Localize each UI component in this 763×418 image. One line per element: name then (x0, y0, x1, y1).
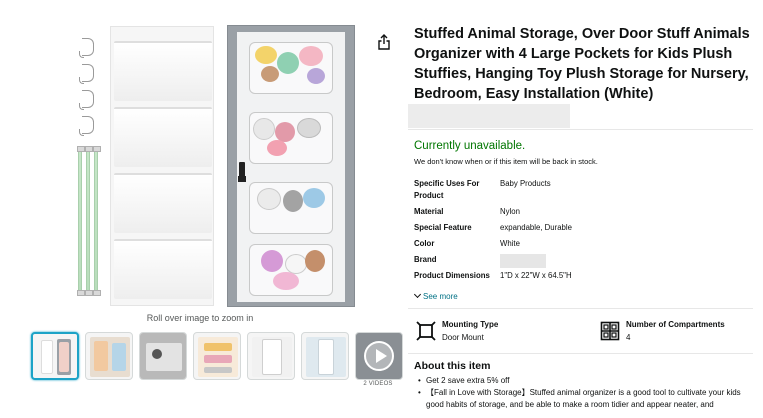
thumbnail-5[interactable] (247, 332, 295, 380)
about-heading: About this item (414, 360, 491, 372)
availability-note: We don't know when or if this item will … (414, 157, 598, 166)
spec-key: Color (414, 239, 435, 248)
spec-key: Special Feature (414, 223, 472, 232)
main-product-image[interactable] (227, 25, 355, 307)
door-hooks-image (79, 38, 100, 138)
spec-value: White (500, 239, 520, 248)
videos-count-label: 2 VIDEOS (363, 381, 393, 387)
see-more-label: See more (423, 292, 458, 301)
compartments-icon (600, 321, 620, 341)
chevron-down-icon (413, 290, 422, 299)
spec-value: 1"D x 22"W x 64.5"H (500, 271, 572, 280)
feature-mounting-type: Mounting Type Door Mount (416, 320, 596, 346)
feature-value: Door Mount (442, 333, 484, 342)
spec-key: Specific Uses For Product (414, 179, 480, 200)
thumbnail-4[interactable] (193, 332, 241, 380)
redacted-brand (500, 254, 546, 268)
image-gallery: Roll over image to zoom in 2 VIDEOS (0, 0, 403, 418)
spec-key: Brand (414, 255, 437, 264)
organizer-image[interactable] (110, 26, 214, 306)
feature-value: 4 (626, 333, 631, 342)
play-icon[interactable] (364, 341, 394, 371)
feature-label: Mounting Type (442, 320, 499, 329)
divider (408, 353, 753, 354)
spec-value: expandable, Durable (500, 223, 572, 232)
feature-compartments: Number of Compartments 4 (600, 320, 760, 346)
divider (408, 308, 753, 309)
redacted-block (408, 104, 570, 128)
product-title: Stuffed Animal Storage, Over Door Stuff … (414, 26, 750, 102)
spec-value: Nylon (500, 207, 520, 216)
list-item: Get 2 save extra 5% off (418, 375, 758, 387)
video-thumbnail[interactable] (355, 332, 403, 380)
spec-value: Baby Products (500, 179, 551, 188)
list-item: 【Fall in Love with Storage】Stuffed anima… (418, 387, 758, 411)
support-rods-image (77, 146, 101, 296)
thumbnail-2[interactable] (85, 332, 133, 380)
mount-icon (416, 321, 436, 341)
spec-key: Material (414, 207, 444, 216)
feature-label: Number of Compartments (626, 320, 725, 329)
thumbnail-3[interactable] (139, 332, 187, 380)
zoom-hint: Roll over image to zoom in (146, 313, 254, 323)
see-more-link[interactable]: See more (413, 290, 458, 301)
availability-status: Currently unavailable. (414, 140, 526, 152)
thumbnail-6[interactable] (301, 332, 349, 380)
about-bullets: Get 2 save extra 5% off 【Fall in Love wi… (418, 375, 758, 411)
spec-key: Product Dimensions (414, 271, 490, 280)
share-icon[interactable] (377, 34, 391, 50)
divider (408, 129, 753, 130)
thumbnail-1[interactable] (31, 332, 79, 380)
